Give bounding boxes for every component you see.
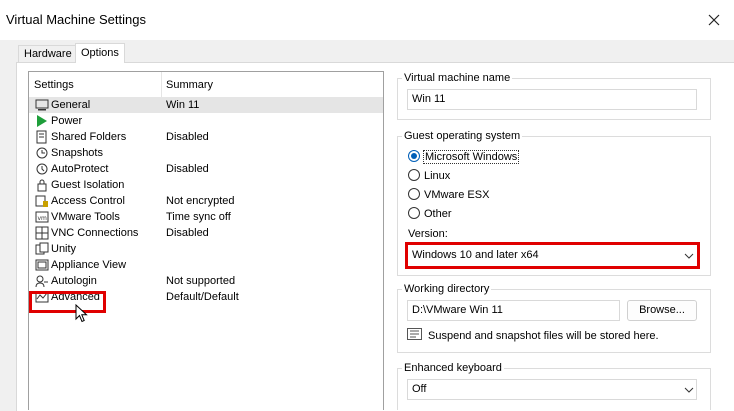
vm-name-label: Virtual machine name — [402, 72, 513, 84]
radio-button[interactable] — [408, 169, 420, 181]
list-item-label: Autologin — [51, 275, 97, 287]
radio-microsoft-windows[interactable]: Microsoft Windows — [408, 150, 528, 166]
list-item-summary: Disabled — [166, 227, 209, 239]
radio-button[interactable] — [408, 207, 420, 219]
list-item-label: Guest Isolation — [51, 179, 125, 191]
list-item-vmware-tools[interactable]: vm VMware Tools Time sync off — [29, 209, 383, 225]
list-item-label: General — [51, 99, 91, 111]
lock-icon — [37, 179, 47, 192]
vmware-tools-icon: vm — [35, 211, 49, 223]
list-item-summary: Not encrypted — [166, 195, 235, 207]
radio-linux[interactable]: Linux — [408, 169, 488, 185]
chevron-down-icon — [684, 387, 694, 393]
list-item-autologin[interactable]: Autologin Not supported — [29, 273, 383, 289]
list-item-label: Unity — [51, 243, 77, 255]
list-item-snapshots[interactable]: Snapshots — [29, 145, 383, 161]
keyboard-label: Enhanced keyboard — [402, 362, 504, 374]
tab-options[interactable]: Options — [75, 43, 125, 63]
list-item-label: Shared Folders — [51, 131, 127, 143]
keyboard-select-value: Off — [412, 383, 427, 395]
list-item-label: Access Control — [51, 195, 125, 207]
working-dir-label: Working directory — [402, 283, 492, 295]
version-select[interactable]: Windows 10 and later x64 — [408, 245, 697, 266]
close-button[interactable] — [700, 6, 728, 34]
working-dir-info: Suspend and snapshot files will be store… — [428, 330, 659, 342]
radio-vmware-esx[interactable]: VMware ESX — [408, 188, 508, 204]
access-control-icon — [35, 195, 48, 207]
radio-label: Microsoft Windows — [423, 150, 520, 164]
list-item-access-control[interactable]: Access Control Not encrypted — [29, 193, 383, 209]
radio-other[interactable]: Other — [408, 207, 488, 223]
info-icon — [407, 328, 422, 340]
play-icon — [37, 115, 47, 127]
snapshot-icon — [36, 147, 48, 159]
radio-button-selected[interactable] — [408, 150, 420, 162]
mouse-cursor-icon — [75, 304, 88, 323]
radio-label: VMware ESX — [424, 189, 490, 201]
list-item-general[interactable]: General Win 11 — [29, 97, 383, 113]
radio-label: Other — [424, 208, 452, 220]
radio-button[interactable] — [408, 188, 420, 200]
guest-os-label: Guest operating system — [402, 130, 523, 142]
shared-folder-icon — [36, 130, 47, 144]
unity-icon — [35, 242, 49, 255]
autologin-icon — [35, 275, 48, 288]
list-item-label: AutoProtect — [51, 163, 109, 175]
list-item-vnc-connections[interactable]: VNC Connections Disabled — [29, 225, 383, 241]
column-header-settings[interactable]: Settings — [34, 72, 74, 98]
keyboard-select[interactable]: Off — [407, 379, 697, 400]
list-item-summary: Disabled — [166, 163, 209, 175]
svg-text:vm: vm — [38, 215, 48, 222]
list-item-label: VMware Tools — [51, 211, 120, 223]
list-item-power[interactable]: Power — [29, 113, 383, 129]
list-item-label: Appliance View — [51, 259, 127, 271]
column-separator[interactable] — [161, 72, 162, 98]
radio-label: Linux — [424, 170, 451, 182]
vm-name-input[interactable]: Win 11 — [407, 89, 697, 110]
list-item-unity[interactable]: Unity — [29, 241, 383, 257]
list-item-autoprotect[interactable]: AutoProtect Disabled — [29, 161, 383, 177]
clock-shield-icon — [36, 163, 48, 175]
working-dir-group — [397, 289, 711, 353]
list-item-summary: Time sync off — [166, 211, 231, 223]
vnc-icon — [35, 226, 49, 240]
list-item-summary: Win 11 — [166, 99, 200, 111]
list-item-appliance-view[interactable]: Appliance View — [29, 257, 383, 273]
list-item-label: Snapshots — [51, 147, 103, 159]
list-item-summary: Default/Default — [166, 291, 239, 303]
list-item-summary: Not supported — [166, 275, 236, 287]
window-title: Virtual Machine Settings — [6, 12, 146, 27]
working-dir-input[interactable]: D:\VMware Win 11 — [407, 300, 620, 321]
tab-hardware[interactable]: Hardware — [18, 45, 76, 62]
version-label: Version: — [408, 228, 448, 240]
close-icon — [708, 14, 720, 26]
monitor-icon — [35, 99, 49, 111]
list-item-guest-isolation[interactable]: Guest Isolation — [29, 177, 383, 193]
list-item-label: Power — [51, 115, 83, 127]
list-item-summary: Disabled — [166, 131, 209, 143]
list-item-label: VNC Connections — [51, 227, 139, 239]
list-item-shared-folders[interactable]: Shared Folders Disabled — [29, 129, 383, 145]
column-header-summary[interactable]: Summary — [166, 72, 213, 98]
settings-list[interactable]: Settings Summary General Win 11 Power Sh… — [28, 71, 384, 410]
chevron-down-icon — [684, 253, 694, 259]
highlight-box-advanced — [29, 291, 106, 313]
appliance-view-icon — [35, 259, 49, 271]
version-select-value: Windows 10 and later x64 — [412, 249, 539, 261]
browse-button[interactable]: Browse... — [627, 300, 697, 321]
